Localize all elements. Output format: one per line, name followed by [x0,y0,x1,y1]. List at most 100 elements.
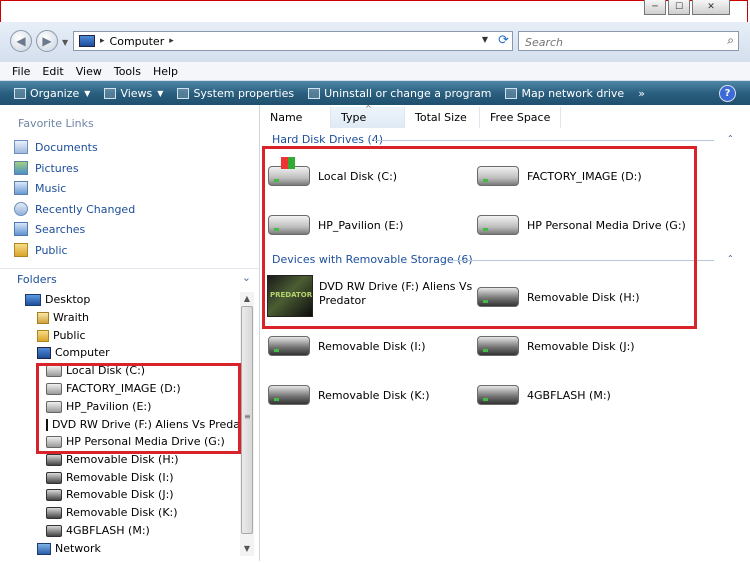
uninstall-program-button[interactable]: Uninstall or change a program [308,87,491,100]
tree-item-removable-h[interactable]: Removable Disk (H:) [46,453,179,466]
favorite-label: Public [35,243,68,257]
drive-4gbflash-m[interactable]: 4GBFLASH (M:) [477,385,611,405]
menu-help[interactable]: Help [153,65,178,78]
chevron-down-icon: ▼ [157,88,164,98]
breadcrumb-separator-icon[interactable]: ▸ [100,36,105,46]
drive-removable-i[interactable]: Removable Disk (I:) [268,336,426,356]
folders-toggle[interactable]: Folders ⌄ [0,268,259,289]
tree-item-computer[interactable]: Computer [37,346,110,359]
tree-item-hp-pavilion-e[interactable]: HP_Pavilion (E:) [46,400,151,413]
drive-removable-j[interactable]: Removable Disk (J:) [477,336,635,356]
drive-label: HP Personal Media Drive (G:) [527,218,686,232]
tree-item-removable-i[interactable]: Removable Disk (I:) [46,471,174,484]
views-button[interactable]: Views ▼ [104,87,163,100]
menu-edit[interactable]: Edit [42,65,63,78]
forward-button[interactable]: ▶ [36,30,58,52]
drive-label: DVD RW Drive (F:) Aliens Vs Predator [319,280,472,308]
group-hard-disk-drives[interactable]: Hard Disk Drives (4) [272,133,383,146]
removable-drive-icon [477,336,519,356]
column-header-free-space[interactable]: Free Space [480,107,561,128]
system-properties-button[interactable]: System properties [177,87,294,100]
tree-scrollbar[interactable]: ▲ ≡ ▼ [240,292,254,556]
column-header-total-size[interactable]: Total Size [405,107,480,128]
close-button[interactable]: ✕ [692,0,730,15]
column-header-type[interactable]: Type ^ [331,104,405,128]
back-arrow-icon: ◀ [16,34,26,48]
tree-item-wraith[interactable]: Wraith [37,311,89,324]
column-label: Total Size [415,111,467,124]
scroll-up-icon[interactable]: ▲ [241,293,253,305]
maximize-button[interactable]: ☐ [668,0,690,15]
tree-item-dvd-rw-f[interactable]: DVD RW Drive (F:) Aliens Vs Predator [46,418,239,431]
tree-item-network[interactable]: Network [37,542,101,555]
tree-item-removable-j[interactable]: Removable Disk (J:) [46,488,174,501]
tree-item-hp-media-drive-g[interactable]: HP Personal Media Drive (G:) [46,435,225,448]
views-icon [104,87,117,99]
address-row: ◀ ▶ ▼ ▸ Computer ▸ ▼ ⟳ ⌕ [0,22,750,62]
tree-label: Wraith [53,311,89,324]
drive-dvd-rw-f[interactable]: DVD RW Drive (F:) Aliens VsPredator [267,275,472,317]
map-network-drive-button[interactable]: Map network drive [505,87,624,100]
column-headers: Name Type ^ Total Size Free Space [260,104,740,128]
group-removable-storage[interactable]: Devices with Removable Storage (6) [272,253,473,266]
tree-label: Computer [55,346,110,359]
drive-hp-media-g[interactable]: HP Personal Media Drive (G:) [477,215,686,235]
drive-removable-h[interactable]: Removable Disk (H:) [477,287,640,307]
address-bar[interactable]: ▸ Computer ▸ ▼ ⟳ [73,31,513,51]
favorite-recently-changed[interactable]: Recently Changed [14,202,135,216]
favorite-searches[interactable]: Searches [14,222,85,236]
removable-drive-icon [268,336,310,356]
computer-icon [79,35,95,47]
refresh-icon[interactable]: ⟳ [498,33,509,48]
column-header-name[interactable]: Name [260,107,331,128]
menu-view[interactable]: View [76,65,102,78]
search-input[interactable] [523,33,717,51]
more-commands-button[interactable]: » [638,87,645,100]
tree-item-4gbflash-m[interactable]: 4GBFLASH (M:) [46,524,150,537]
scroll-down-icon[interactable]: ▼ [241,543,253,555]
search-box[interactable]: ⌕ [518,31,739,51]
drive-label: Removable Disk (H:) [527,290,640,304]
search-icon[interactable]: ⌕ [727,33,734,48]
drive-removable-k[interactable]: Removable Disk (K:) [268,385,430,405]
removable-drive-icon [477,385,519,405]
organize-button[interactable]: Organize ▼ [14,87,90,100]
chevron-down-icon: ▼ [84,88,91,98]
tree-item-public[interactable]: Public [37,329,86,342]
tree-item-removable-k[interactable]: Removable Disk (K:) [46,506,178,519]
menu-file[interactable]: File [12,65,30,78]
drive-factory-image-d[interactable]: FACTORY_IMAGE (D:) [477,166,642,186]
breadcrumb-computer[interactable]: Computer [110,35,165,48]
tree-item-desktop[interactable]: Desktop [25,293,90,306]
folders-heading: Folders [17,272,57,286]
favorite-music[interactable]: Music [14,181,66,195]
organize-label: Organize [30,86,80,100]
recent-pages-chevron-icon[interactable]: ▼ [62,38,68,47]
favorite-public[interactable]: Public [14,243,68,257]
tree-label: Public [53,329,86,342]
windows-drive-icon [268,157,310,186]
collapse-group-icon[interactable]: ⌃ [727,134,734,143]
help-icon[interactable]: ? [719,85,736,102]
minimize-button[interactable]: ─ [644,0,666,15]
removable-drive-icon [46,453,62,466]
scroll-thumb[interactable]: ≡ [241,306,253,534]
favorite-pictures[interactable]: Pictures [14,161,79,175]
address-dropdown-icon[interactable]: ▼ [482,35,488,44]
public-folder-icon [14,243,28,257]
tree-label: Removable Disk (I:) [66,471,174,484]
back-button[interactable]: ◀ [10,30,32,52]
collapse-group-icon[interactable]: ⌃ [727,254,734,263]
grip-icon: ≡ [244,412,251,421]
drive-local-disk-c[interactable]: Local Disk (C:) [268,157,397,186]
drive-label-line: DVD RW Drive (F:) Aliens Vs [319,280,473,293]
system-properties-icon [177,87,190,99]
breadcrumb-separator-icon[interactable]: ▸ [169,36,174,46]
tree-label: DVD RW Drive (F:) Aliens Vs Predator [52,418,239,431]
drive-hp-pavilion-e[interactable]: HP_Pavilion (E:) [268,215,403,235]
favorite-documents[interactable]: Documents [14,140,98,154]
tree-item-factory-image-d[interactable]: FACTORY_IMAGE (D:) [46,382,181,395]
tree-label: 4GBFLASH (M:) [66,524,150,537]
menu-tools[interactable]: Tools [114,65,141,78]
tree-item-local-disk-c[interactable]: Local Disk (C:) [46,364,145,377]
